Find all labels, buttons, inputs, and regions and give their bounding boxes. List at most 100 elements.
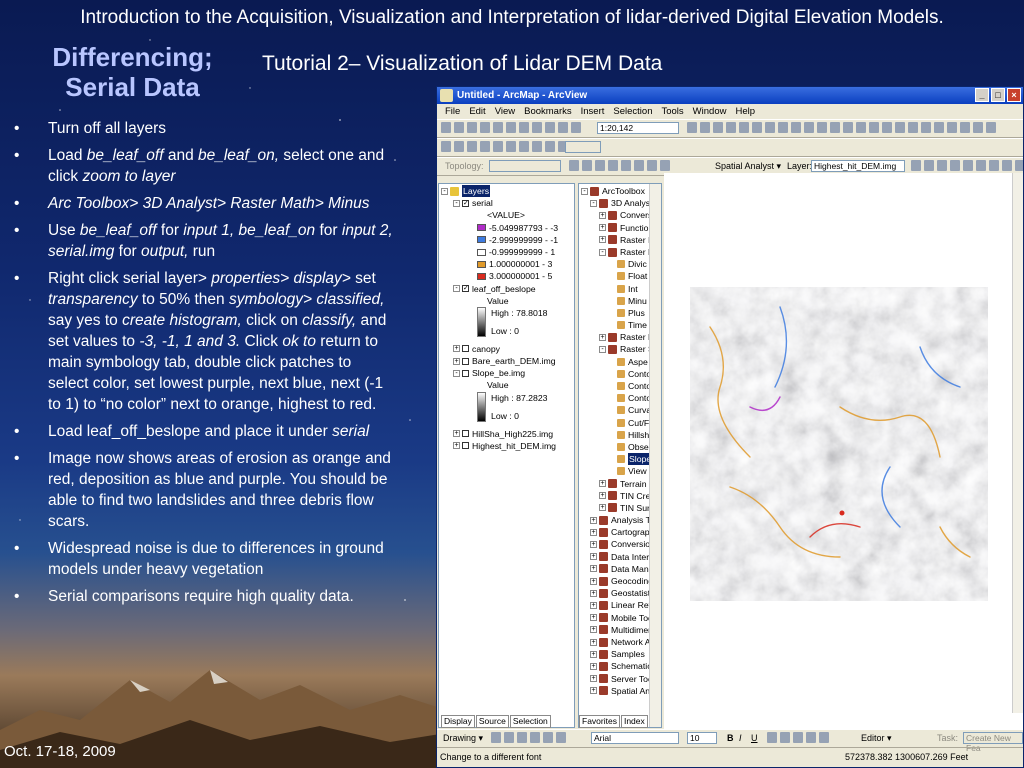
font-dropdown[interactable]: Arial (591, 732, 679, 744)
expand-icon[interactable]: + (453, 430, 460, 438)
tools-toolbar-icons[interactable] (687, 122, 996, 134)
bullet-item: Right click serial layer> properties> di… (10, 268, 395, 415)
menu-window[interactable]: Window (693, 104, 727, 119)
expand-icon[interactable]: + (599, 504, 606, 512)
spatial-analyst-menu[interactable]: Spatial Analyst ▾ (715, 160, 781, 172)
menu-selection[interactable]: Selection (613, 104, 652, 119)
menu-view[interactable]: View (495, 104, 515, 119)
bold-button[interactable]: B (727, 732, 734, 744)
expand-icon[interactable]: + (590, 687, 597, 695)
standard-tools-icons[interactable] (441, 122, 581, 134)
class-color-swatch[interactable] (477, 260, 486, 268)
expand-icon[interactable]: + (590, 638, 597, 646)
close-button[interactable]: × (1007, 88, 1021, 102)
expand-icon[interactable]: + (590, 675, 597, 683)
expand-icon[interactable]: + (590, 577, 597, 585)
slide-top-title: Introduction to the Acquisition, Visuali… (80, 7, 944, 28)
layer-checkbox[interactable]: ✓ (462, 285, 469, 293)
collapse-icon[interactable]: - (599, 346, 606, 354)
lidar-difference-map[interactable] (690, 287, 988, 601)
tab-index[interactable]: Index (620, 715, 648, 728)
expand-icon[interactable]: + (590, 528, 597, 536)
expand-icon[interactable]: + (590, 626, 597, 634)
layer-highest-hit: + Highest_hit_DEM.img (439, 440, 574, 452)
collapse-icon[interactable]: - (581, 187, 588, 195)
menu-file[interactable]: File (445, 104, 460, 119)
expand-icon[interactable]: + (590, 650, 597, 658)
expand-icon[interactable]: + (599, 236, 606, 244)
italic-button[interactable]: I (739, 732, 742, 744)
menu-insert[interactable]: Insert (581, 104, 605, 119)
tab-display[interactable]: Display (441, 715, 475, 728)
expand-icon[interactable]: + (453, 357, 460, 365)
expand-icon[interactable]: + (590, 589, 597, 597)
font-size-dropdown[interactable]: 10 (687, 732, 717, 744)
layer-checkbox[interactable] (462, 345, 469, 353)
bullet-item: Widespread noise is due to differences i… (10, 538, 395, 580)
expand-icon[interactable]: + (599, 480, 606, 488)
map-display[interactable] (664, 173, 1023, 729)
3d-tools-icons[interactable] (441, 141, 581, 153)
color-tools-icons[interactable] (767, 732, 829, 744)
layer-checkbox[interactable] (462, 357, 469, 365)
expand-icon[interactable]: + (599, 224, 606, 232)
collapse-icon[interactable]: - (599, 248, 606, 256)
minimize-button[interactable]: _ (975, 88, 989, 102)
menu-bookmarks[interactable]: Bookmarks (524, 104, 572, 119)
expand-icon[interactable]: + (590, 662, 597, 670)
collapse-icon[interactable]: - (453, 369, 460, 377)
menu-tools[interactable]: Tools (661, 104, 683, 119)
menu-help[interactable]: Help (735, 104, 755, 119)
topology-tools-icons[interactable] (569, 160, 670, 172)
expand-icon[interactable]: + (599, 492, 606, 500)
drawing-tools-icons[interactable] (491, 732, 566, 744)
expand-icon[interactable]: + (453, 442, 460, 450)
tab-favorites[interactable]: Favorites (579, 715, 620, 728)
collapse-icon[interactable]: - (453, 285, 460, 293)
editor-menu[interactable]: Editor ▾ (861, 732, 892, 744)
window-titlebar[interactable]: Untitled - ArcMap - ArcView _ □ × (437, 87, 1023, 104)
task-dropdown[interactable]: Create New Fea (963, 732, 1023, 753)
collapse-icon[interactable]: - (441, 187, 448, 195)
layer-checkbox[interactable]: ✓ (462, 199, 469, 207)
maximize-button[interactable]: □ (991, 88, 1005, 102)
layer-checkbox[interactable] (462, 442, 469, 450)
expand-icon[interactable]: + (590, 601, 597, 609)
collapse-icon[interactable]: - (590, 199, 597, 207)
expand-icon[interactable]: + (590, 516, 597, 524)
topology-dropdown[interactable] (489, 160, 561, 172)
tab-selection[interactable]: Selection (509, 715, 551, 728)
menu-edit[interactable]: Edit (469, 104, 485, 119)
class-color-swatch[interactable] (477, 272, 486, 280)
bullet-item: Use be_leaf_off for input 1, be_leaf_on … (10, 220, 395, 262)
class-color-swatch[interactable] (477, 224, 486, 232)
expand-icon[interactable]: + (590, 553, 597, 561)
tab-source[interactable]: Source (475, 715, 509, 728)
scale-field[interactable]: 1:20,142 (597, 122, 679, 134)
zoom-percent-field[interactable] (565, 141, 601, 153)
layer-checkbox[interactable] (462, 369, 469, 377)
expand-icon[interactable]: + (453, 345, 460, 353)
expand-icon[interactable]: + (599, 211, 606, 219)
class-color-swatch[interactable] (477, 248, 486, 256)
analyst-tools-icons[interactable] (911, 160, 1023, 172)
toolbox-scrollbar[interactable] (649, 184, 661, 727)
expand-icon[interactable]: + (599, 333, 606, 341)
hammer-icon (617, 321, 625, 330)
class-range-label: 3.000000001 - 5 (489, 271, 553, 282)
map-vertical-scrollbar[interactable] (1012, 173, 1023, 713)
class-color-swatch[interactable] (477, 236, 486, 244)
underline-button[interactable]: U (751, 732, 758, 744)
layer-bare-earth: + Bare_earth_DEM.img (439, 355, 574, 367)
collapse-icon[interactable]: - (453, 199, 460, 207)
toc-row: Value (439, 295, 574, 307)
layer-checkbox[interactable] (462, 430, 469, 438)
drawing-menu[interactable]: Drawing ▾ (443, 732, 483, 744)
expand-icon[interactable]: + (590, 614, 597, 622)
hammer-icon (617, 418, 625, 427)
toolbox-icon (599, 649, 608, 659)
hammer-icon (617, 443, 625, 452)
expand-icon[interactable]: + (590, 565, 597, 573)
expand-icon[interactable]: + (590, 541, 597, 549)
layer-dropdown[interactable]: Highest_hit_DEM.img (811, 160, 905, 172)
